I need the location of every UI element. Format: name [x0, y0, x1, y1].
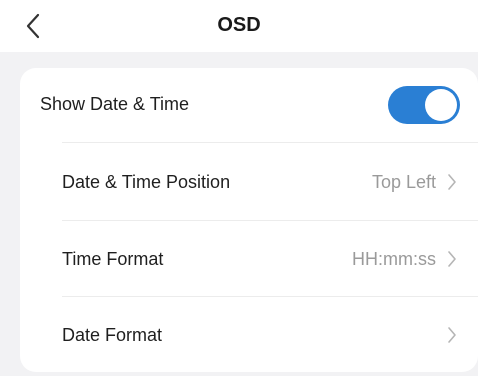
time-format-value: HH:mm:ss: [352, 248, 436, 269]
date-time-position-row[interactable]: Date & Time Position Top Left: [20, 144, 478, 220]
date-format-label: Date Format: [62, 324, 163, 345]
date-format-row[interactable]: Date Format: [20, 297, 478, 373]
date-time-position-label: Date & Time Position: [62, 171, 231, 192]
toggle-knob: [425, 89, 457, 121]
divider: [62, 142, 478, 143]
chevron-right-icon: [448, 174, 456, 190]
date-time-position-value: Top Left: [371, 171, 436, 192]
header-bar: OSD: [0, 0, 478, 52]
chevron-right-icon: [448, 251, 456, 267]
time-format-row[interactable]: Time Format HH:mm:ss: [20, 221, 478, 297]
chevron-right-icon: [448, 327, 456, 343]
time-format-label: Time Format: [62, 248, 164, 269]
page-title: OSD: [217, 14, 261, 36]
show-date-time-label: Show Date & Time: [40, 93, 190, 114]
osd-settings-card: Show Date & Time Date & Time Position To…: [20, 68, 478, 372]
show-date-time-row: Show Date & Time: [20, 68, 478, 140]
show-date-time-toggle[interactable]: [388, 86, 460, 124]
